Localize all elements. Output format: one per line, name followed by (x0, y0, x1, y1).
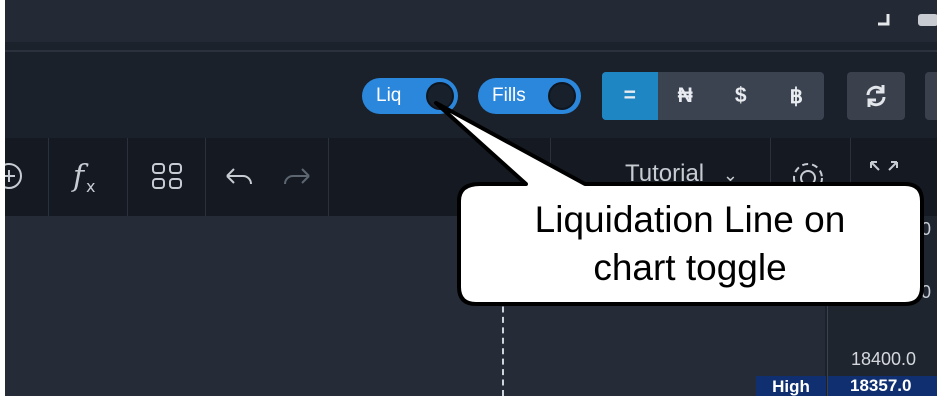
callout-line-1: Liquidation Line on (534, 199, 846, 240)
callout-line-2: chart toggle (593, 247, 787, 288)
callout-text: Liquidation Line on chart toggle (464, 196, 916, 292)
